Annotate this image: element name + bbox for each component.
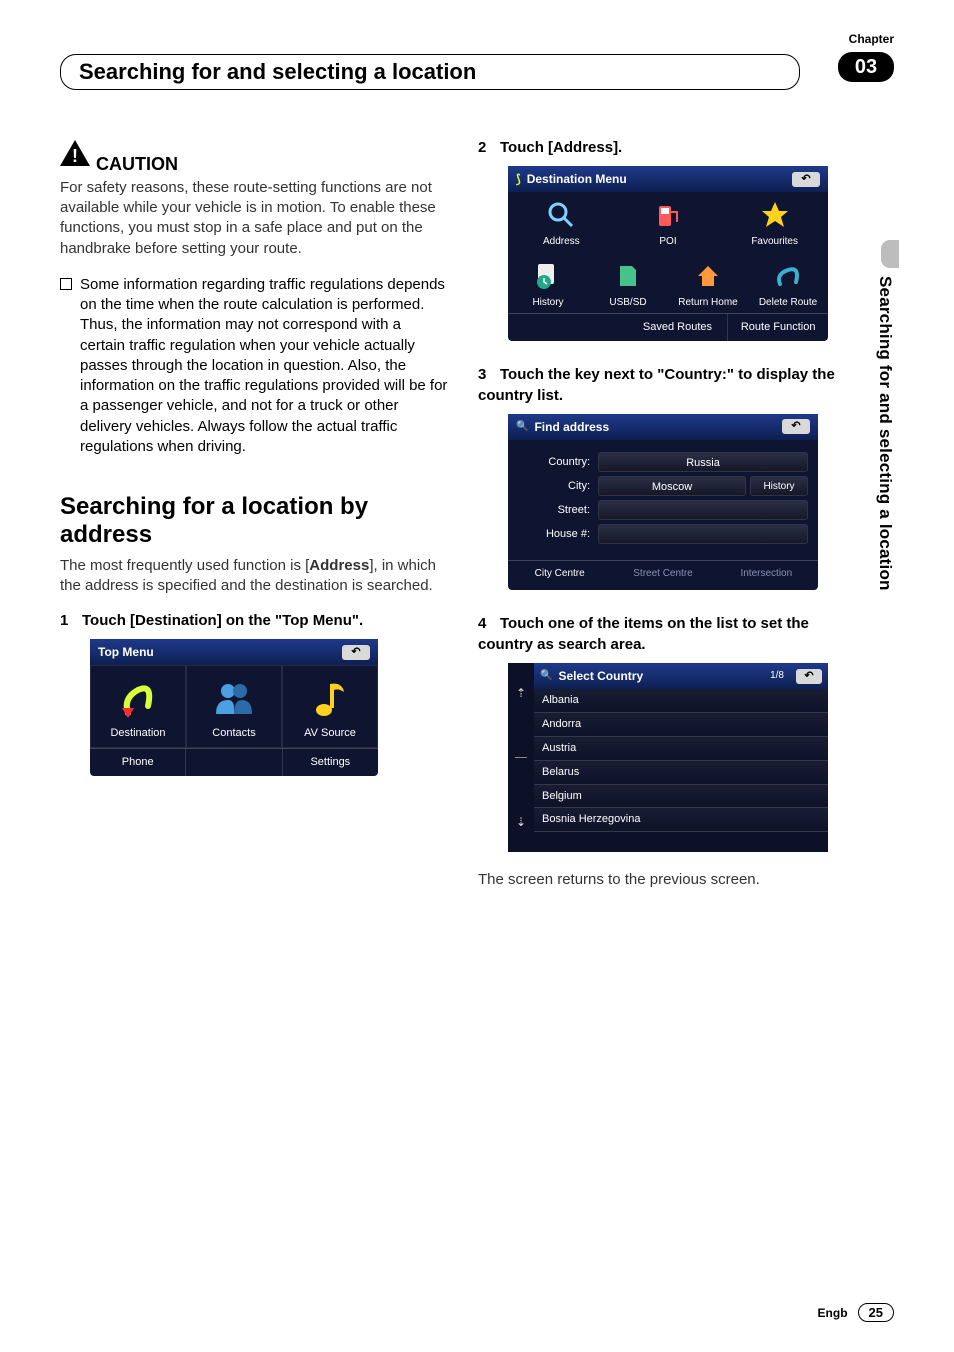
house-field[interactable]	[598, 524, 808, 544]
back-icon[interactable]: ↶	[342, 645, 370, 660]
bullet-marker-icon	[60, 278, 72, 290]
topmenu-phone[interactable]: Phone	[90, 749, 185, 776]
step-2: 2Touch [Address].	[478, 138, 866, 158]
country-item[interactable]: Bosnia Herzegovina	[534, 808, 828, 832]
chapter-label: Chapter	[849, 32, 894, 46]
topmenu-title: Top Menu	[98, 644, 154, 660]
history-button[interactable]: History	[750, 476, 808, 496]
country-item[interactable]: Austria	[534, 737, 828, 761]
country-item[interactable]: Andorra	[534, 713, 828, 737]
tab-city-centre[interactable]: City Centre	[508, 561, 611, 587]
destmenu-poi[interactable]: POI	[615, 192, 722, 253]
destmenu-usbsd[interactable]: USB/SD	[588, 253, 668, 314]
left-column: ! CAUTION For safety reasons, these rout…	[60, 138, 448, 890]
step-4: 4Touch one of the items on the list to s…	[478, 614, 866, 655]
warning-icon: !	[60, 138, 90, 176]
back-icon[interactable]: ↶	[782, 419, 810, 434]
topmenu-spacer	[185, 749, 281, 776]
search-small-icon: 🔍	[516, 420, 528, 434]
screenshot-top-menu: Top Menu ↶ Destination Contacts	[90, 639, 378, 776]
topmenu-contacts[interactable]: Contacts	[186, 665, 282, 748]
street-label: Street:	[518, 503, 598, 518]
chapter-number-badge: 03	[838, 52, 894, 82]
tab-intersection[interactable]: Intersection	[715, 561, 818, 587]
return-text: The screen returns to the previous scree…	[478, 870, 866, 890]
home-icon	[691, 259, 725, 293]
country-item[interactable]: Albania	[534, 689, 828, 713]
destmenu-return-home[interactable]: Return Home	[668, 253, 748, 314]
delete-route-icon	[771, 259, 805, 293]
caution-heading: CAUTION	[96, 152, 178, 176]
topmenu-destination[interactable]: Destination	[90, 665, 186, 748]
side-tab: Searching for and selecting a location	[875, 240, 899, 680]
section-heading: Searching for a location by address	[60, 493, 448, 548]
selcountry-title: Select Country	[558, 668, 643, 684]
caution-body: For safety reasons, these route-setting …	[60, 178, 448, 259]
contacts-icon	[212, 676, 256, 720]
right-column: 2Touch [Address]. ⟆ Destination Menu ↶ A…	[478, 138, 866, 890]
destmenu-route-function[interactable]: Route Function	[727, 314, 828, 341]
note-text: Some information regarding traffic regul…	[80, 275, 448, 457]
star-icon	[758, 198, 792, 232]
search-small-icon: 🔍	[540, 669, 552, 683]
house-label: House #:	[518, 527, 598, 542]
country-item[interactable]: Belarus	[534, 761, 828, 785]
back-icon[interactable]: ↶	[796, 669, 822, 684]
history-icon	[531, 259, 565, 293]
page-indicator: 1/8	[770, 669, 784, 683]
footer-lang: Engb	[818, 1306, 848, 1320]
step-1: 1Touch [Destination] on the "Top Menu".	[60, 611, 448, 631]
country-field[interactable]: Russia	[598, 452, 808, 472]
scroll-down-icon[interactable]: ⇣	[516, 814, 526, 830]
city-label: City:	[518, 479, 598, 494]
screenshot-destination-menu: ⟆ Destination Menu ↶ Address POI	[508, 166, 828, 341]
topmenu-avsource[interactable]: AV Source	[282, 665, 378, 748]
destination-icon	[116, 676, 160, 720]
tab-street-centre[interactable]: Street Centre	[611, 561, 714, 587]
note-bullet: Some information regarding traffic regul…	[60, 275, 448, 457]
street-field[interactable]	[598, 500, 808, 520]
screenshot-find-address: 🔍 Find address ↶ Country: Russia City: M…	[508, 414, 818, 591]
destmenu-favourites[interactable]: Favourites	[721, 192, 828, 253]
music-note-icon	[308, 676, 352, 720]
step-3: 3Touch the key next to "Country:" to dis…	[478, 365, 866, 406]
screenshot-select-country: ⇡ ⇣ 🔍 Select Country 1/8 ↶ Albania Andor…	[508, 663, 828, 852]
destmenu-delete-route[interactable]: Delete Route	[748, 253, 828, 314]
svg-text:!: !	[72, 146, 78, 166]
page-title: Searching for and selecting a location	[60, 54, 800, 90]
topmenu-settings[interactable]: Settings	[282, 749, 378, 776]
back-icon[interactable]: ↶	[792, 172, 820, 187]
country-item[interactable]: Belgium	[534, 785, 828, 809]
destmenu-history[interactable]: History	[508, 253, 588, 314]
section-intro: The most frequently used function is [Ad…	[60, 556, 448, 597]
side-tab-label: Searching for and selecting a location	[875, 276, 895, 591]
page-number: 25	[858, 1303, 894, 1322]
route-icon: ⟆	[516, 171, 521, 187]
findaddr-title: Find address	[534, 419, 609, 435]
destmenu-saved-routes[interactable]: Saved Routes	[628, 314, 728, 341]
sd-card-icon	[611, 259, 645, 293]
search-icon	[544, 198, 578, 232]
country-label: Country:	[518, 455, 598, 470]
fuel-icon	[651, 198, 685, 232]
tab-handle	[881, 240, 899, 268]
city-field[interactable]: Moscow	[598, 476, 746, 496]
destmenu-title: Destination Menu	[527, 171, 627, 187]
destmenu-address[interactable]: Address	[508, 192, 615, 253]
scroll-up-icon[interactable]: ⇡	[516, 685, 526, 701]
